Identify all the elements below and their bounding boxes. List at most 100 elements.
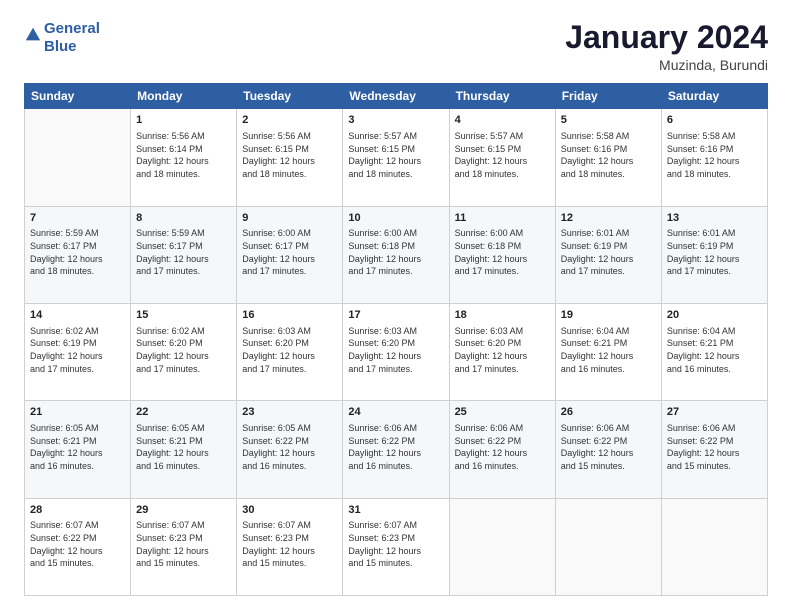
day-info: Sunrise: 5:56 AMSunset: 6:15 PMDaylight:… bbox=[242, 130, 337, 180]
day-cell: 1 Sunrise: 5:56 AMSunset: 6:14 PMDaylight… bbox=[131, 109, 237, 206]
day-cell: 2 Sunrise: 5:56 AMSunset: 6:15 PMDaylight… bbox=[237, 109, 343, 206]
header-row: SundayMondayTuesdayWednesdayThursdayFrid… bbox=[25, 84, 768, 109]
day-info: Sunrise: 6:07 AMSunset: 6:23 PMDaylight:… bbox=[136, 519, 231, 569]
day-cell: 13Sunrise: 6:01 AMSunset: 6:19 PMDayligh… bbox=[661, 206, 767, 303]
day-number: 14 bbox=[30, 308, 125, 323]
day-cell: 26 Sunrise: 6:06 AMSunset: 6:22 PMDayligh… bbox=[555, 401, 661, 498]
day-cell: 4 Sunrise: 5:57 AMSunset: 6:15 PMDaylight… bbox=[449, 109, 555, 206]
day-info: Sunrise: 5:59 AMSunset: 6:17 PMDaylight:… bbox=[30, 227, 125, 277]
day-info: Sunrise: 6:07 AMSunset: 6:22 PMDaylight:… bbox=[30, 519, 125, 569]
day-number: 2 bbox=[242, 113, 337, 128]
header: General Blue January 2024 Muzinda, Burun… bbox=[24, 20, 768, 73]
day-number: 1 bbox=[136, 113, 231, 128]
day-cell: 6 Sunrise: 5:58 AMSunset: 6:16 PMDaylight… bbox=[661, 109, 767, 206]
day-number: 12 bbox=[561, 211, 656, 226]
day-info: Sunrise: 5:58 AMSunset: 6:16 PMDaylight:… bbox=[667, 130, 762, 180]
day-number: 6 bbox=[667, 113, 762, 128]
day-info: Sunrise: 6:01 AMSunset: 6:19 PMDaylight:… bbox=[667, 227, 762, 277]
day-info: Sunrise: 6:07 AMSunset: 6:23 PMDaylight:… bbox=[242, 519, 337, 569]
day-cell: 21 Sunrise: 6:05 AMSunset: 6:21 PMDayligh… bbox=[25, 401, 131, 498]
day-cell: 20 Sunrise: 6:04 AMSunset: 6:21 PMDayligh… bbox=[661, 303, 767, 400]
day-cell: 3 Sunrise: 5:57 AMSunset: 6:15 PMDaylight… bbox=[343, 109, 449, 206]
logo-line1: General bbox=[44, 20, 100, 37]
day-info: Sunrise: 6:06 AMSunset: 6:22 PMDaylight:… bbox=[667, 422, 762, 472]
day-info: Sunrise: 6:04 AMSunset: 6:21 PMDaylight:… bbox=[561, 325, 656, 375]
day-info: Sunrise: 6:00 AMSunset: 6:18 PMDaylight:… bbox=[455, 227, 550, 277]
day-cell bbox=[555, 498, 661, 595]
day-cell: 27 Sunrise: 6:06 AMSunset: 6:22 PMDayligh… bbox=[661, 401, 767, 498]
day-info: Sunrise: 6:07 AMSunset: 6:23 PMDaylight:… bbox=[348, 519, 443, 569]
day-number: 3 bbox=[348, 113, 443, 128]
logo: General Blue bbox=[24, 20, 100, 56]
calendar-table: SundayMondayTuesdayWednesdayThursdayFrid… bbox=[24, 83, 768, 596]
day-cell: 7Sunrise: 5:59 AMSunset: 6:17 PMDaylight… bbox=[25, 206, 131, 303]
day-cell bbox=[449, 498, 555, 595]
col-header-sunday: Sunday bbox=[25, 84, 131, 109]
day-number: 21 bbox=[30, 405, 125, 420]
day-cell: 15Sunrise: 6:02 AMSunset: 6:20 PMDayligh… bbox=[131, 303, 237, 400]
day-info: Sunrise: 5:56 AMSunset: 6:14 PMDaylight:… bbox=[136, 130, 231, 180]
day-info: Sunrise: 6:00 AMSunset: 6:17 PMDaylight:… bbox=[242, 227, 337, 277]
day-number: 15 bbox=[136, 308, 231, 323]
day-number: 7 bbox=[30, 211, 125, 226]
col-header-monday: Monday bbox=[131, 84, 237, 109]
day-cell: 8Sunrise: 5:59 AMSunset: 6:17 PMDaylight… bbox=[131, 206, 237, 303]
day-cell: 23Sunrise: 6:05 AMSunset: 6:22 PMDayligh… bbox=[237, 401, 343, 498]
day-number: 25 bbox=[455, 405, 550, 420]
day-cell: 25 Sunrise: 6:06 AMSunset: 6:22 PMDayligh… bbox=[449, 401, 555, 498]
day-number: 29 bbox=[136, 503, 231, 518]
day-number: 26 bbox=[561, 405, 656, 420]
day-number: 20 bbox=[667, 308, 762, 323]
day-number: 8 bbox=[136, 211, 231, 226]
month-title: January 2024 bbox=[565, 20, 768, 55]
day-number: 19 bbox=[561, 308, 656, 323]
day-cell: 22 Sunrise: 6:05 AMSunset: 6:21 PMDayligh… bbox=[131, 401, 237, 498]
logo-icon bbox=[24, 26, 42, 44]
col-header-saturday: Saturday bbox=[661, 84, 767, 109]
day-cell bbox=[661, 498, 767, 595]
day-info: Sunrise: 6:04 AMSunset: 6:21 PMDaylight:… bbox=[667, 325, 762, 375]
day-info: Sunrise: 6:06 AMSunset: 6:22 PMDaylight:… bbox=[455, 422, 550, 472]
day-cell: 17 Sunrise: 6:03 AMSunset: 6:20 PMDayligh… bbox=[343, 303, 449, 400]
week-row-1: 1 Sunrise: 5:56 AMSunset: 6:14 PMDaylight… bbox=[25, 109, 768, 206]
day-number: 23 bbox=[242, 405, 337, 420]
logo-text: General Blue bbox=[44, 20, 100, 56]
day-number: 11 bbox=[455, 211, 550, 226]
col-header-wednesday: Wednesday bbox=[343, 84, 449, 109]
day-info: Sunrise: 6:05 AMSunset: 6:21 PMDaylight:… bbox=[30, 422, 125, 472]
day-info: Sunrise: 5:59 AMSunset: 6:17 PMDaylight:… bbox=[136, 227, 231, 277]
day-cell: 5Sunrise: 5:58 AMSunset: 6:16 PMDaylight… bbox=[555, 109, 661, 206]
day-cell: 10Sunrise: 6:00 AMSunset: 6:18 PMDayligh… bbox=[343, 206, 449, 303]
day-info: Sunrise: 6:03 AMSunset: 6:20 PMDaylight:… bbox=[455, 325, 550, 375]
day-number: 4 bbox=[455, 113, 550, 128]
day-cell: 14Sunrise: 6:02 AMSunset: 6:19 PMDayligh… bbox=[25, 303, 131, 400]
day-cell: 12Sunrise: 6:01 AMSunset: 6:19 PMDayligh… bbox=[555, 206, 661, 303]
day-info: Sunrise: 6:06 AMSunset: 6:22 PMDaylight:… bbox=[561, 422, 656, 472]
day-number: 31 bbox=[348, 503, 443, 518]
day-number: 27 bbox=[667, 405, 762, 420]
day-cell: 9Sunrise: 6:00 AMSunset: 6:17 PMDaylight… bbox=[237, 206, 343, 303]
day-cell: 28Sunrise: 6:07 AMSunset: 6:22 PMDayligh… bbox=[25, 498, 131, 595]
day-number: 24 bbox=[348, 405, 443, 420]
day-cell: 31Sunrise: 6:07 AMSunset: 6:23 PMDayligh… bbox=[343, 498, 449, 595]
logo-line2: Blue bbox=[44, 38, 77, 55]
day-info: Sunrise: 5:57 AMSunset: 6:15 PMDaylight:… bbox=[455, 130, 550, 180]
day-number: 22 bbox=[136, 405, 231, 420]
week-row-2: 7Sunrise: 5:59 AMSunset: 6:17 PMDaylight… bbox=[25, 206, 768, 303]
col-header-friday: Friday bbox=[555, 84, 661, 109]
col-header-thursday: Thursday bbox=[449, 84, 555, 109]
week-row-5: 28Sunrise: 6:07 AMSunset: 6:22 PMDayligh… bbox=[25, 498, 768, 595]
calendar-body: 1 Sunrise: 5:56 AMSunset: 6:14 PMDaylight… bbox=[25, 109, 768, 596]
day-info: Sunrise: 6:03 AMSunset: 6:20 PMDaylight:… bbox=[348, 325, 443, 375]
day-info: Sunrise: 6:05 AMSunset: 6:21 PMDaylight:… bbox=[136, 422, 231, 472]
week-row-4: 21 Sunrise: 6:05 AMSunset: 6:21 PMDayligh… bbox=[25, 401, 768, 498]
day-number: 17 bbox=[348, 308, 443, 323]
day-number: 9 bbox=[242, 211, 337, 226]
day-number: 18 bbox=[455, 308, 550, 323]
day-info: Sunrise: 6:00 AMSunset: 6:18 PMDaylight:… bbox=[348, 227, 443, 277]
day-number: 10 bbox=[348, 211, 443, 226]
location: Muzinda, Burundi bbox=[565, 57, 768, 73]
day-info: Sunrise: 5:57 AMSunset: 6:15 PMDaylight:… bbox=[348, 130, 443, 180]
day-number: 30 bbox=[242, 503, 337, 518]
day-info: Sunrise: 5:58 AMSunset: 6:16 PMDaylight:… bbox=[561, 130, 656, 180]
